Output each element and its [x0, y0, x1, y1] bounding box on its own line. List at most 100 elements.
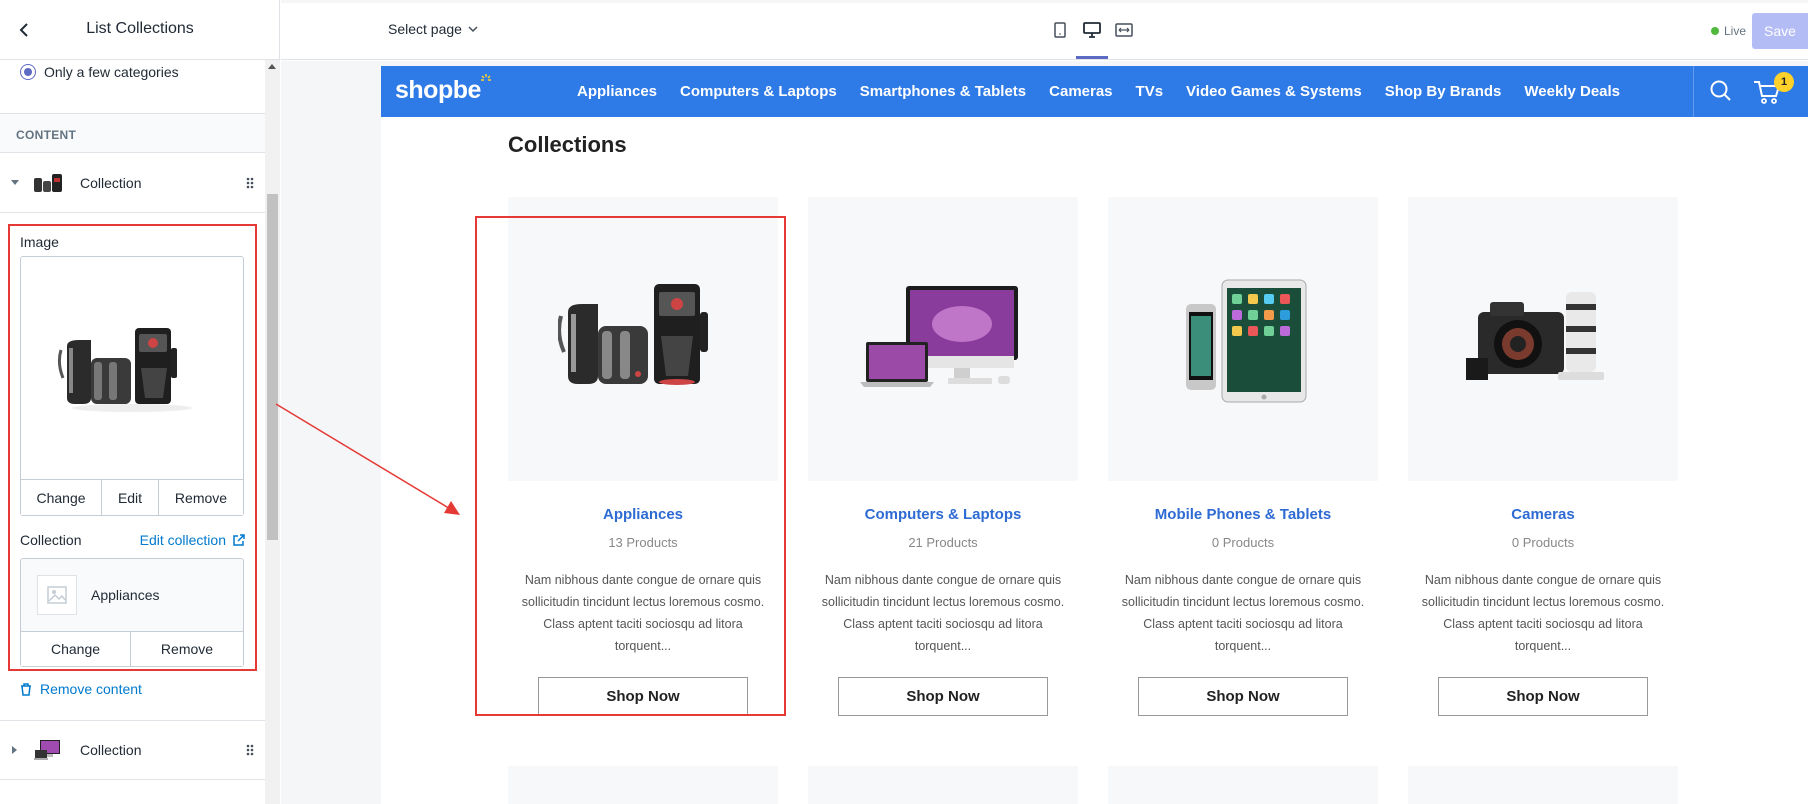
collection-label: Collection [20, 532, 82, 548]
nav-appliances[interactable]: Appliances [577, 83, 657, 100]
nav-actions: 1 [1693, 66, 1808, 117]
block-label: Collection [80, 742, 142, 758]
image-button-row: Change Edit Remove [21, 479, 243, 515]
collection-grid-row-2 [508, 766, 1678, 804]
block-row-collection-collapsed[interactable]: Collection [0, 720, 265, 780]
radio-only-few-categories[interactable]: Only a few categories [20, 64, 179, 80]
nav-computers-laptops[interactable]: Computers & Laptops [680, 83, 837, 100]
theme-editor: List Collections Only a few categories C… [0, 0, 1808, 804]
image-edit-button[interactable]: Edit [102, 480, 159, 515]
collection-grid: Appliances 13 Products Nam nibhous dante… [508, 197, 1678, 716]
collection-picker: Appliances Change Remove [20, 558, 244, 667]
cart-count-badge: 1 [1774, 72, 1794, 92]
collection-card: Mobile Phones & Tablets 0 Products Nam n… [1108, 197, 1378, 716]
collection-block-settings: Image Change Edit Remove Collection Edit… [8, 224, 257, 671]
drag-handle-icon[interactable] [235, 177, 265, 189]
block-label: Collection [80, 174, 142, 191]
image-picker: Change Edit Remove [20, 256, 244, 516]
edit-collection-link[interactable]: Edit collection [140, 532, 245, 548]
phones-tablets-image [1186, 279, 1307, 403]
appliance-image [57, 328, 192, 412]
collection-title[interactable]: Cameras [1408, 506, 1678, 523]
fullscreen-view-button[interactable] [1112, 18, 1136, 42]
mobile-icon [1054, 22, 1066, 38]
expand-icon [1115, 23, 1133, 37]
sidebar-scrollbar[interactable] [265, 60, 280, 804]
store-navbar: shopbe Appliances Computers & Laptops Sm… [381, 66, 1808, 117]
edit-collection-text: Edit collection [139, 532, 226, 548]
collection-remove-button[interactable]: Remove [131, 632, 243, 666]
caret-down-icon[interactable] [0, 179, 30, 187]
collection-description: Nam nibhous dante congue de ornare quis … [1421, 573, 1665, 653]
search-icon[interactable] [1708, 78, 1734, 104]
live-dot-icon [1711, 27, 1719, 35]
image-placeholder-icon [37, 575, 77, 615]
sidebar: List Collections Only a few categories C… [0, 0, 280, 804]
shop-now-button[interactable]: Shop Now [538, 677, 748, 716]
collection-title[interactable]: Computers & Laptops [808, 506, 1078, 523]
desktop-view-button[interactable] [1076, 18, 1108, 59]
collection-image[interactable] [508, 197, 778, 481]
nav-weekly-deals[interactable]: Weekly Deals [1524, 83, 1620, 100]
collection-title[interactable]: Mobile Phones & Tablets [1108, 506, 1378, 523]
product-count: 13 Products [608, 535, 678, 550]
main-menu: Appliances Computers & Laptops Smartphon… [577, 83, 1620, 100]
collection-image[interactable] [808, 766, 1078, 804]
remove-content-button[interactable]: Remove content [20, 681, 142, 697]
collection-name: Appliances [91, 587, 160, 603]
viewport-switcher [1048, 18, 1136, 59]
shop-now-button[interactable]: Shop Now [838, 677, 1048, 716]
nav-video-games[interactable]: Video Games & Systems [1186, 83, 1362, 100]
nav-shop-by-brands[interactable]: Shop By Brands [1385, 83, 1502, 100]
drag-handle-icon[interactable] [235, 744, 265, 756]
trash-icon [21, 682, 31, 696]
collection-image[interactable] [1108, 197, 1378, 481]
nav-smartphones-tablets[interactable]: Smartphones & Tablets [860, 83, 1026, 100]
computer-thumbnail [30, 731, 68, 769]
topbar-line [281, 0, 1808, 3]
collection-image[interactable] [508, 766, 778, 804]
remove-content-label: Remove content [40, 681, 142, 697]
shop-now-button[interactable]: Shop Now [1138, 677, 1348, 716]
collection-description: Nam nibhous dante congue de ornare quis … [821, 573, 1065, 653]
page-title: Collections [508, 132, 627, 157]
image-change-button[interactable]: Change [21, 480, 102, 515]
sidebar-header: List Collections [0, 0, 280, 60]
mobile-view-button[interactable] [1048, 18, 1072, 42]
block-row-collection-expanded[interactable]: Collection [0, 153, 265, 213]
logo-text: shopbe [395, 76, 481, 104]
collection-card: Cameras 0 Products Nam nibhous dante con… [1408, 197, 1678, 716]
store-logo[interactable]: shopbe [395, 74, 491, 105]
collection-image[interactable] [1408, 197, 1678, 481]
image-label: Image [20, 234, 59, 250]
desktop-icon [1083, 22, 1101, 38]
caret-right-icon[interactable] [0, 745, 30, 755]
scroll-up-icon[interactable] [268, 64, 276, 69]
collection-change-button[interactable]: Change [21, 632, 131, 666]
product-count: 21 Products [908, 535, 978, 550]
sidebar-title: List Collections [86, 20, 194, 37]
cameras-image [1466, 292, 1604, 380]
collection-card: Computers & Laptops 21 Products Nam nibh… [808, 197, 1078, 716]
sidebar-scroll-area: Only a few categories CONTENT Collection [0, 60, 265, 804]
collection-image[interactable] [1108, 766, 1378, 804]
nav-cameras[interactable]: Cameras [1049, 83, 1112, 100]
collection-title[interactable]: Appliances [508, 506, 778, 523]
save-button[interactable]: Save [1752, 13, 1808, 49]
computers-image [860, 286, 1018, 387]
live-label: Live [1724, 24, 1747, 38]
collection-image[interactable] [808, 197, 1078, 481]
radio-label: Only a few categories [44, 64, 179, 80]
select-page-dropdown[interactable]: Select page [388, 21, 478, 37]
image-remove-button[interactable]: Remove [159, 480, 243, 515]
collection-description: Nam nibhous dante congue de ornare quis … [1121, 573, 1365, 653]
appliances-image [558, 284, 708, 385]
collection-image[interactable] [1408, 766, 1678, 804]
sun-icon [480, 74, 491, 81]
appliance-thumbnail [30, 164, 68, 202]
radio-selected-icon[interactable] [20, 64, 36, 80]
selected-collection[interactable]: Appliances [21, 559, 243, 631]
scrollbar-thumb[interactable] [267, 194, 278, 540]
shop-now-button[interactable]: Shop Now [1438, 677, 1648, 716]
nav-tvs[interactable]: TVs [1136, 83, 1164, 100]
